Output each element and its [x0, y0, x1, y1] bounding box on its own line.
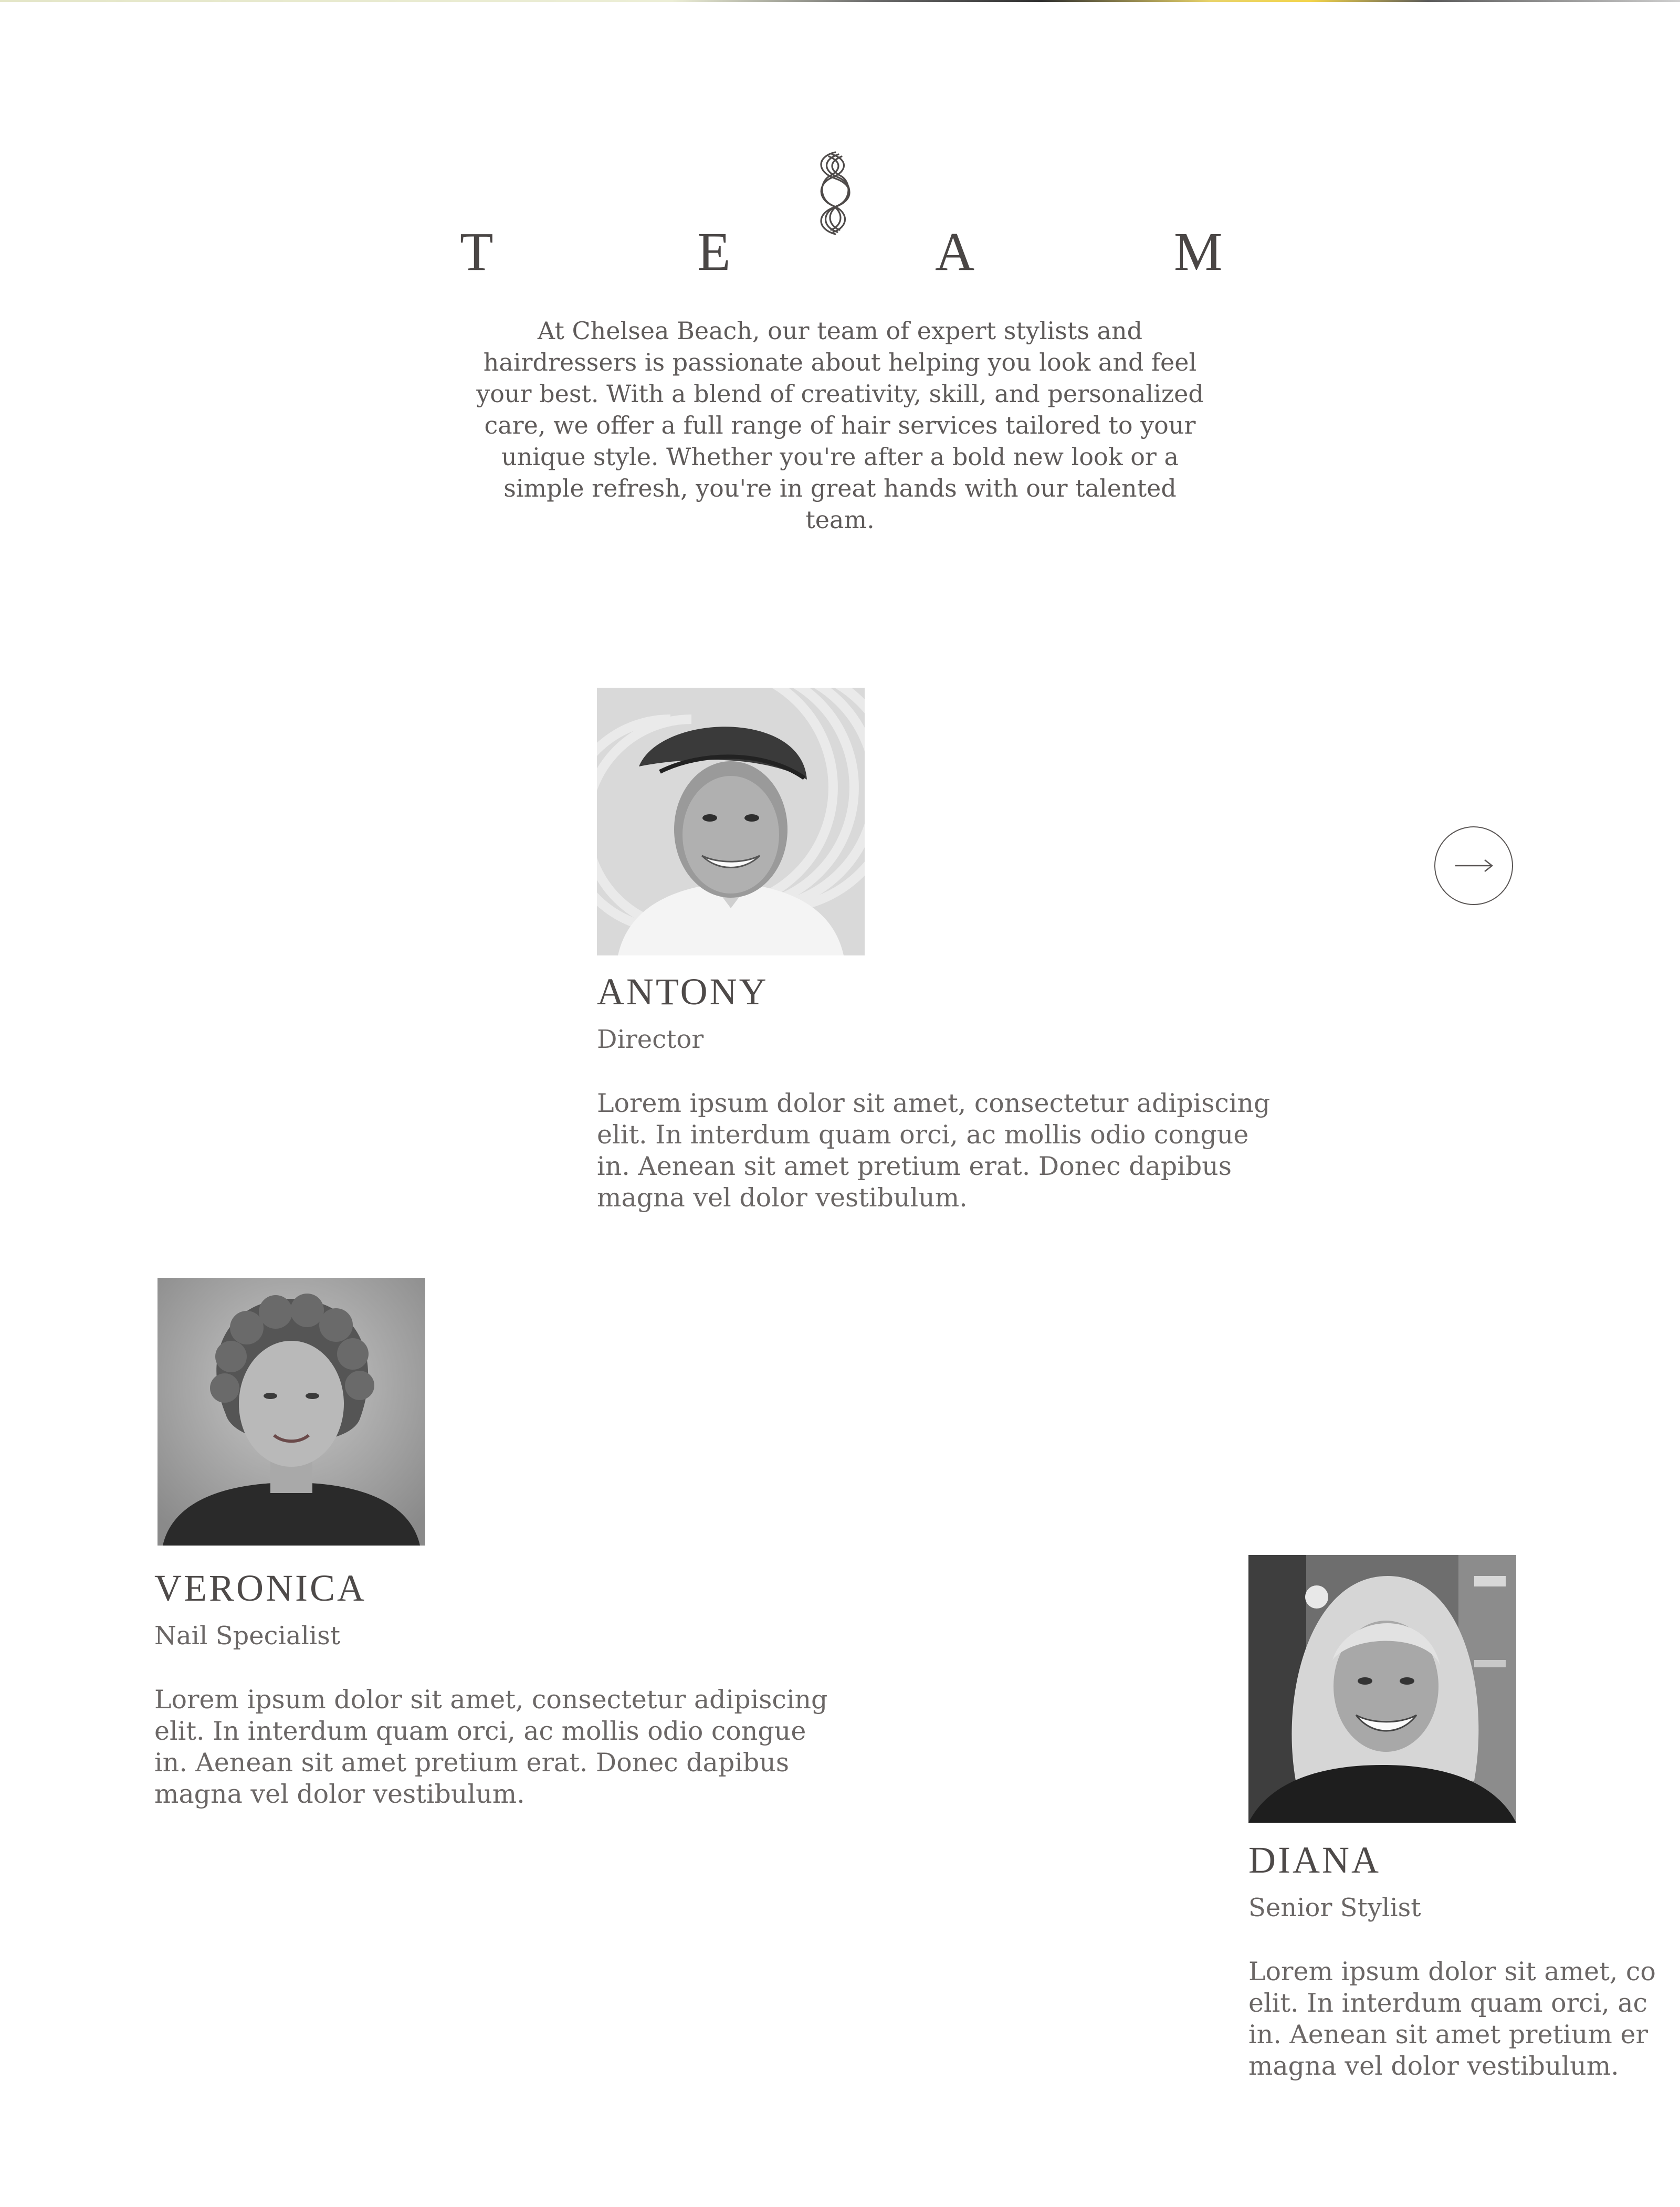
member-role: Nail Specialist: [154, 1621, 341, 1651]
member-bio: Lorem ipsum dolor sit amet, consectetur …: [154, 1685, 828, 1809]
next-arrow-button[interactable]: [1434, 826, 1513, 905]
title-letter-a: A: [935, 222, 975, 282]
member-name: DIANA: [1248, 1839, 1381, 1881]
member-photo: [158, 1278, 425, 1546]
member-role: Senior Stylist: [1248, 1893, 1421, 1922]
page-title: T E A M: [460, 220, 1232, 282]
title-letter-e: E: [697, 222, 731, 282]
team-intro-text: At Chelsea Beach, our team of expert sty…: [476, 317, 1204, 534]
member-photo: [597, 688, 865, 955]
member-bio: Lorem ipsum dolor sit amet, consectetur …: [597, 1088, 1270, 1213]
member-name: ANTONY: [597, 971, 769, 1013]
title-letter-t: T: [460, 222, 494, 282]
top-color-strip: [0, 0, 1680, 2]
title-letter-m: M: [1174, 222, 1223, 282]
member-photo: [1248, 1555, 1516, 1823]
member-bio: Lorem ipsum dolor sit amet, co elit. In …: [1248, 1957, 1656, 2081]
member-name: VERONICA: [154, 1567, 366, 1609]
arrow-right-icon: [1455, 859, 1494, 872]
member-role: Director: [597, 1025, 704, 1054]
